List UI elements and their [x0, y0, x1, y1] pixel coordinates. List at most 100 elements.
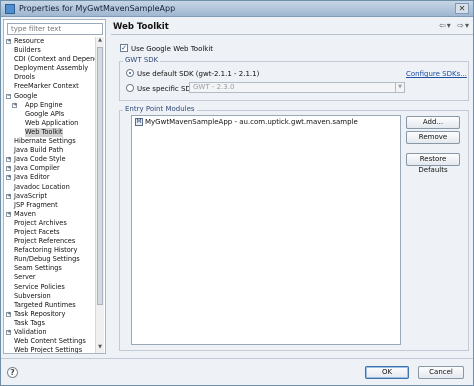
tree-item[interactable]: + Validation [4, 328, 96, 337]
back-menu-icon[interactable]: ▾ [447, 21, 451, 30]
gwt-sdk-group-label: GWT SDK [123, 56, 161, 64]
expand-icon[interactable]: + [6, 211, 11, 217]
ok-button[interactable]: OK [365, 366, 409, 379]
tree-item-label: Drools [14, 73, 35, 82]
tree-item[interactable]: + App Engine [4, 101, 96, 110]
expand-icon[interactable]: + [6, 311, 11, 317]
tree-item-label: Web Application [25, 118, 79, 127]
tree-item[interactable]: Web Application [4, 119, 96, 128]
tree-item[interactable]: Service Policies [4, 283, 96, 292]
use-gwt-checkbox[interactable]: ✓ [120, 44, 128, 52]
tree-item-label: Maven [14, 209, 36, 218]
preference-tree: + Resource Builders CDI (Context and Depend… [4, 37, 96, 353]
dialog-footer: ? OK Cancel [1, 358, 473, 385]
gwt-module-icon: M [135, 118, 143, 126]
forward-arrow-icon[interactable]: ⇨ [457, 21, 464, 30]
scrollbar-thumb[interactable] [97, 47, 103, 305]
tree-item-label: Refactoring History [14, 246, 78, 255]
specific-sdk-radio[interactable] [126, 84, 134, 92]
tree-item-label: Builders [14, 46, 41, 55]
entry-points-list[interactable]: M MyGwtMavenSampleApp - au.com.uptick.gw… [131, 115, 401, 345]
tree-item[interactable]: Drools [4, 73, 96, 82]
default-sdk-radio[interactable] [126, 69, 134, 77]
tree-scrollbar[interactable]: ▲ ▼ [95, 37, 104, 353]
expand-icon[interactable]: + [6, 330, 11, 335]
help-icon[interactable]: ? [7, 367, 18, 378]
restore-defaults-button[interactable]: Restore Defaults [406, 153, 460, 174]
tree-item[interactable]: Project References [4, 237, 96, 246]
tree-item[interactable]: Web Project Settings [4, 346, 96, 353]
tree-item[interactable]: Hibernate Settings [4, 137, 96, 146]
list-item[interactable]: MyGwtMavenSampleApp - au.com.uptick.gwt.… [145, 118, 358, 126]
tree-item[interactable]: Project Facets [4, 228, 96, 237]
remove-button[interactable]: Remove [406, 131, 460, 144]
tree-item[interactable]: + Java Editor [4, 173, 96, 182]
tree-item[interactable]: + Resource [4, 37, 96, 46]
chevron-down-icon: ▼ [395, 83, 404, 92]
tree-item[interactable]: − Google [4, 92, 96, 101]
expand-icon[interactable]: + [6, 157, 11, 163]
tree-item[interactable]: Task Tags [4, 319, 96, 328]
tree-item[interactable]: Web Content Settings [4, 337, 96, 346]
tree-item-label: Web Content Settings [14, 337, 86, 346]
expand-icon[interactable]: + [6, 166, 11, 172]
tree-item-label: Google APIs [25, 109, 65, 118]
add-button[interactable]: Add... [406, 116, 460, 129]
tree-item[interactable]: Javadoc Location [4, 183, 96, 192]
back-arrow-icon[interactable]: ⇦ [439, 21, 446, 30]
use-gwt-label: Use Google Web Toolkit [131, 45, 214, 53]
properties-icon [5, 4, 15, 14]
tree-item[interactable]: FreeMarker Context [4, 82, 96, 91]
tree-item[interactable]: CDI (Context and Depend [4, 55, 96, 64]
expand-icon[interactable]: + [6, 193, 11, 199]
tree-item-label: Task Tags [14, 318, 45, 327]
gwt-sdk-group [119, 61, 469, 101]
tree-item[interactable]: + Java Code Style [4, 155, 96, 164]
tree-item[interactable]: + Maven [4, 210, 96, 219]
tree-item[interactable]: JSP Fragment [4, 201, 96, 210]
tree-item-label: JSP Fragment [14, 200, 58, 209]
tree-item[interactable]: Google APIs [4, 110, 96, 119]
properties-dialog: Properties for MyGwtMavenSampleApp ✕ +Re… [0, 0, 474, 386]
cancel-button[interactable]: Cancel [418, 366, 464, 379]
tree-item-label: Seam Settings [14, 264, 62, 273]
tree-item[interactable]: Deployment Assembly [4, 64, 96, 73]
entry-points-group-label: Entry Point Modules [123, 105, 197, 113]
tree-item[interactable]: Java Build Path [4, 146, 96, 155]
specific-sdk-select[interactable]: GWT - 2.3.0 ▼ [189, 82, 405, 93]
expand-icon[interactable]: + [12, 102, 17, 108]
tree-item[interactable]: Targeted Runtimes [4, 301, 96, 310]
tree-item-label: Java Compiler [14, 164, 60, 173]
tree-item[interactable]: Subversion [4, 292, 96, 301]
filter-input[interactable] [7, 23, 103, 35]
expand-icon[interactable]: + [6, 175, 11, 181]
tree-item[interactable]: + Task Repository [4, 310, 96, 319]
expand-icon[interactable]: + [6, 39, 11, 44]
tree-item[interactable]: Server [4, 273, 96, 282]
tree-item-label: Project Archives [14, 218, 67, 227]
close-icon[interactable]: ✕ [455, 3, 469, 14]
page-title: Web Toolkit [113, 22, 169, 32]
tree-item[interactable]: Project Archives [4, 219, 96, 228]
tree-item[interactable]: Builders [4, 46, 96, 55]
title-divider [111, 34, 473, 35]
configure-sdks-link[interactable]: Configure SDKs... [406, 70, 467, 78]
tree-item[interactable]: Seam Settings [4, 264, 96, 273]
tree-item[interactable]: Web Toolkit [4, 127, 96, 138]
tree-item-label: Targeted Runtimes [14, 300, 76, 309]
scroll-down-icon[interactable]: ▼ [96, 344, 104, 353]
scroll-up-icon[interactable]: ▲ [96, 37, 104, 46]
tree-item-label: JavaScript [14, 191, 48, 200]
preference-nav-panel: +ResourceBuildersCDI (Context and Depend… [3, 19, 106, 354]
tree-item[interactable]: + JavaScript [4, 192, 96, 201]
default-sdk-label: Use default SDK (gwt-2.1.1 - 2.1.1) [137, 70, 260, 78]
page-navigation: ⇦▾ ⇨▾ [435, 21, 469, 30]
collapse-icon[interactable]: − [6, 93, 11, 99]
tree-item-label: Task Repository [14, 309, 66, 318]
tree-item[interactable]: Refactoring History [4, 246, 96, 255]
tree-item-label: CDI (Context and Depend [14, 55, 96, 64]
forward-menu-icon[interactable]: ▾ [465, 21, 469, 30]
tree-item[interactable]: + Java Compiler [4, 164, 96, 173]
tree-item[interactable]: Run/Debug Settings [4, 255, 96, 264]
tree-item-label: Java Build Path [14, 146, 64, 155]
